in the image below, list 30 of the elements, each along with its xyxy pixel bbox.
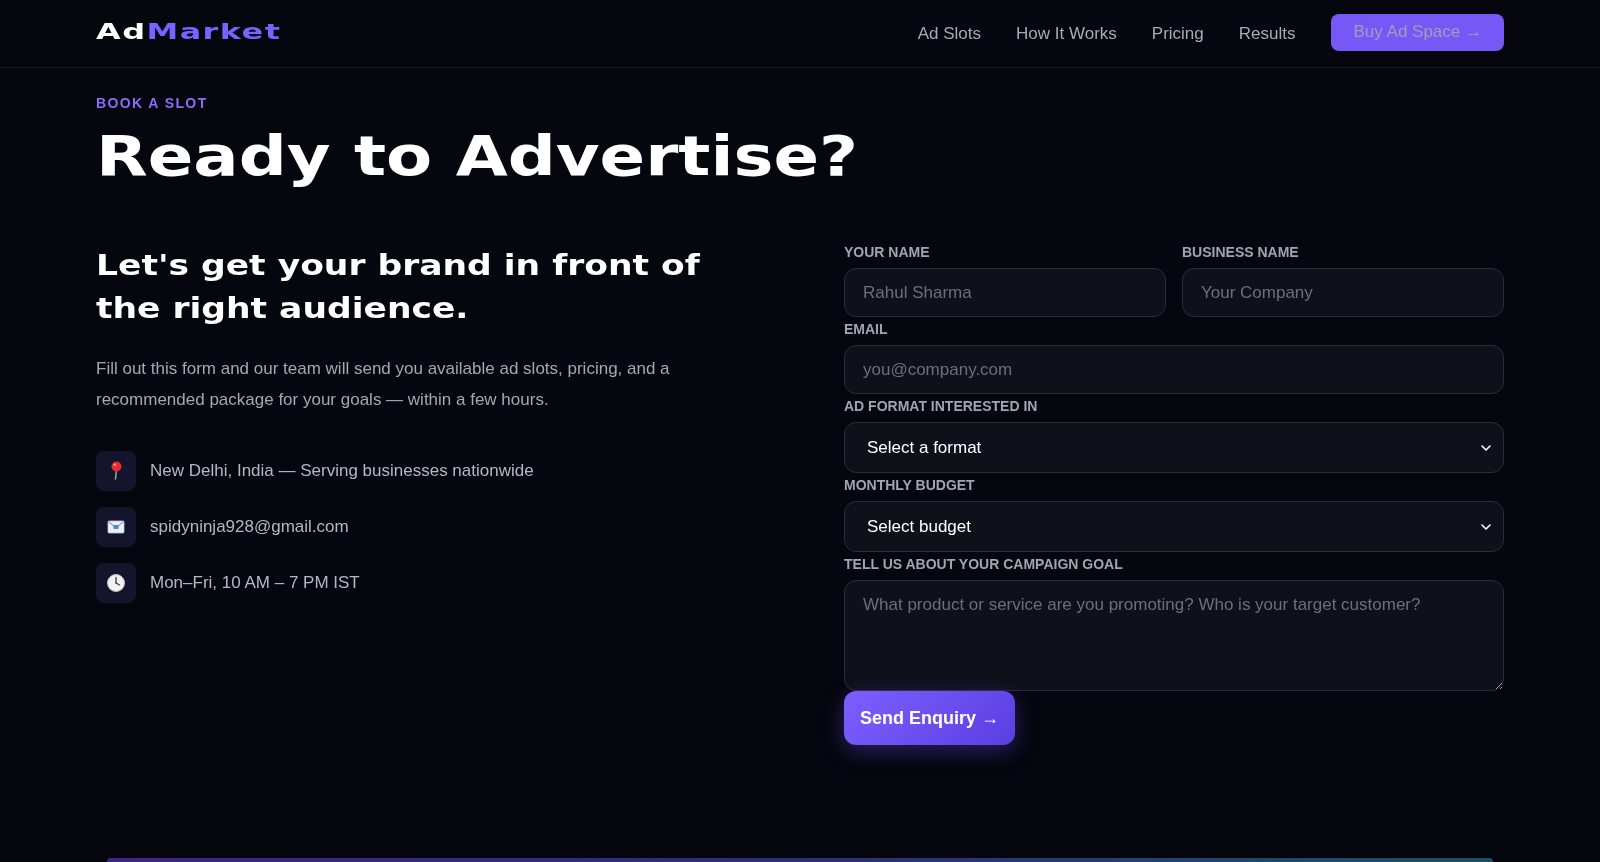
text-input[interactable]: Rahul Sharma [844,268,1166,317]
logo[interactable]: Ad Market [96,19,282,44]
nav-link[interactable]: Pricing [1151,23,1204,44]
contact-detail: New Delhi, India — Serving businesses nationwide [150,461,534,481]
chevron-down-icon [1481,444,1491,451]
clock-icon [96,563,136,603]
page-title: Ready to Advertise? [96,124,858,188]
dropdown-select[interactable]: Select budget [844,501,1504,552]
field-label: YOUR NAME [844,244,931,260]
text-input[interactable]: you@company.com [844,345,1504,394]
field-label: AD FORMAT INTERESTED IN [844,398,1039,414]
nav-link[interactable]: Ad Slots [917,23,982,44]
field-label: BUSINESS NAME [1182,244,1300,260]
nav-link[interactable]: How It Works [1016,23,1117,44]
chevron-down-icon [1481,523,1491,530]
text-input[interactable]: Your Company [1182,268,1504,317]
pushpin-icon [96,451,136,491]
section-eyebrow: BOOK A SLOT [96,94,209,112]
contact-detail: Mon–Fri, 10 AM – 7 PM IST [150,573,360,593]
contact-detail: spidyninja928@gmail.com [150,517,349,537]
field-label: EMAIL [844,321,889,337]
envelope-icon [96,507,136,547]
intro-paragraph: Fill out this form and our team will send you available ad slots, pricing, and a recommended package for your goals — within a few hours. [96,358,671,411]
nav-link[interactable]: Results [1238,23,1296,44]
field-label: MONTHLY BUDGET [844,477,976,493]
send-enquiry-button[interactable]: Send Enquiry → [844,691,1016,745]
dropdown-select[interactable]: Select a format [844,422,1504,473]
message-textarea[interactable]: What product or service are you promoting? Who is your target customer? [844,580,1504,691]
field-label: TELL US ABOUT YOUR CAMPAIGN GOAL [844,556,1124,572]
subheading: Let's get your brand in front of the right audience. [96,247,701,327]
